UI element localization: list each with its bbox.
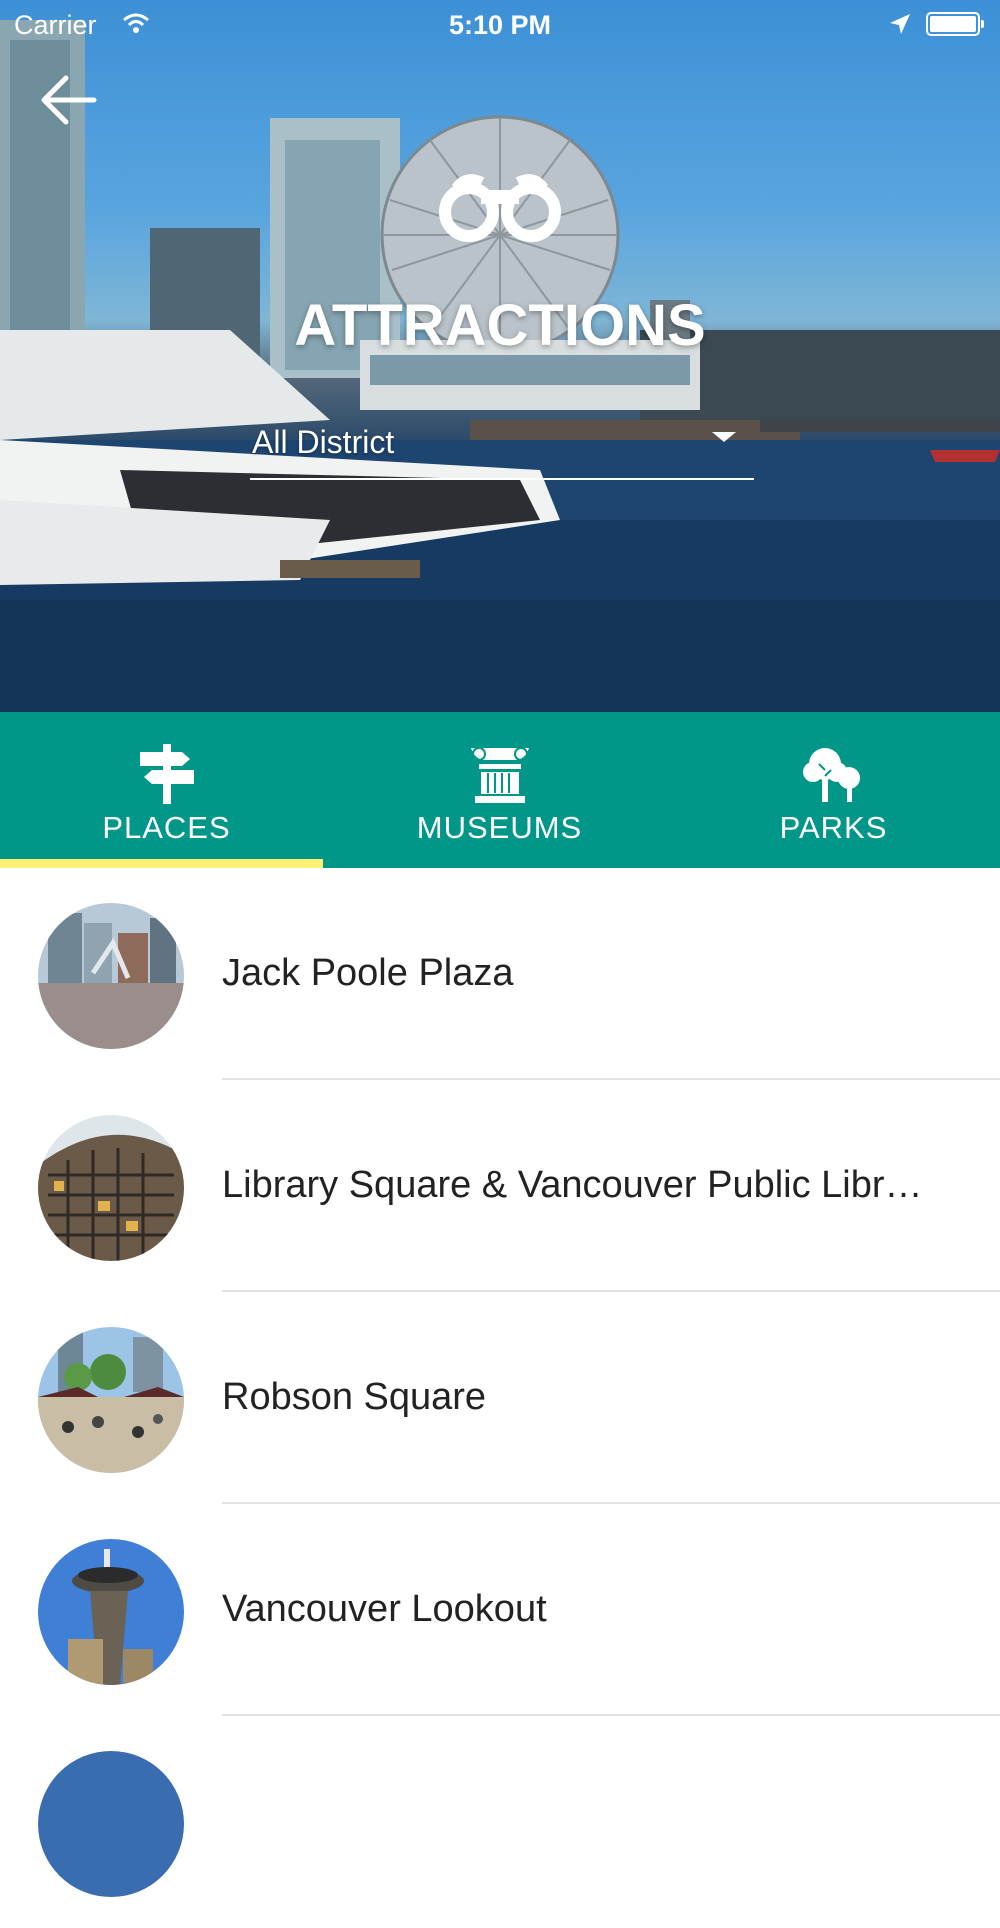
hero-banner: Carrier 5:10 PM ATTRACTIONS All District bbox=[0, 0, 1000, 712]
battery-icon bbox=[926, 12, 984, 36]
list-item[interactable]: Robson Square bbox=[0, 1292, 1000, 1504]
list-item[interactable]: Jack Poole Plaza bbox=[0, 868, 1000, 1080]
place-name: Vancouver Lookout bbox=[222, 1588, 547, 1630]
place-name: Jack Poole Plaza bbox=[222, 952, 514, 994]
place-name: Library Square & Vancouver Public Libr… bbox=[222, 1164, 923, 1206]
signpost-icon bbox=[139, 744, 194, 804]
location-arrow-icon bbox=[888, 12, 912, 43]
list-item[interactable]: Library Square & Vancouver Public Libr… bbox=[0, 1080, 1000, 1292]
column-icon bbox=[470, 747, 529, 803]
back-arrow-icon bbox=[41, 75, 97, 125]
trees-icon bbox=[802, 748, 860, 802]
tab-places-label: PLACES bbox=[102, 810, 231, 845]
back-button[interactable] bbox=[36, 68, 100, 132]
place-thumbnail bbox=[38, 903, 184, 1049]
place-thumbnail bbox=[38, 1115, 184, 1261]
page-title: ATTRACTIONS bbox=[294, 293, 706, 358]
place-thumbnail bbox=[38, 1539, 184, 1685]
status-bar: Carrier 5:10 PM bbox=[0, 0, 1000, 50]
list-item-partial[interactable] bbox=[0, 1716, 1000, 1928]
list-item[interactable]: Vancouver Lookout bbox=[0, 1504, 1000, 1716]
tab-parks[interactable]: PARKS bbox=[667, 712, 1000, 868]
tab-places[interactable]: PLACES bbox=[0, 712, 333, 868]
binoculars-icon bbox=[439, 174, 561, 242]
place-thumbnail bbox=[38, 1327, 184, 1473]
district-selected-value: All District bbox=[252, 424, 395, 460]
district-dropdown[interactable]: All District bbox=[250, 418, 754, 480]
status-time: 5:10 PM bbox=[448, 10, 552, 40]
place-name: Robson Square bbox=[222, 1376, 487, 1418]
dropdown-caret-icon bbox=[712, 432, 736, 442]
category-tab-bar: PLACES MUSEUMS PARKS bbox=[0, 712, 1000, 868]
tab-parks-label: PARKS bbox=[779, 810, 888, 845]
tab-museums-label: MUSEUMS bbox=[416, 810, 583, 845]
active-tab-indicator bbox=[0, 859, 323, 868]
place-thumbnail bbox=[38, 1751, 184, 1897]
tab-museums[interactable]: MUSEUMS bbox=[333, 712, 666, 868]
places-list: Jack Poole Plaza Library Square & Vancou… bbox=[0, 868, 1000, 1928]
